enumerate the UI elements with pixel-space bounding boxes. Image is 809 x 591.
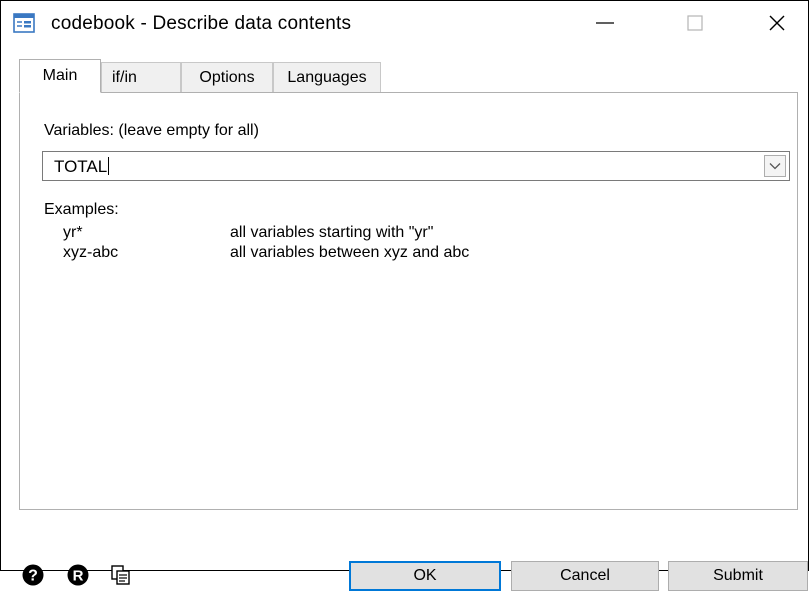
reset-icon[interactable]: R — [67, 564, 89, 586]
close-button[interactable] — [751, 7, 803, 43]
maximize-button[interactable] — [669, 7, 721, 43]
examples-label: Examples: — [44, 201, 119, 218]
example-term: yr* — [63, 224, 83, 241]
minimize-icon — [595, 13, 615, 38]
help-icon[interactable]: ? — [22, 564, 44, 586]
close-icon — [767, 13, 787, 38]
svg-text:?: ? — [28, 568, 38, 585]
dialog-app-icon — [13, 13, 35, 33]
example-description: all variables between xyz and abc — [230, 244, 470, 261]
tab-if-in[interactable]: if/in — [101, 62, 181, 92]
tab-options[interactable]: Options — [181, 62, 273, 92]
example-term: xyz-abc — [63, 244, 119, 261]
variables-label: Variables: (leave empty for all) — [44, 122, 259, 139]
variables-combobox[interactable]: TOTAL — [42, 151, 790, 181]
cancel-button[interactable]: Cancel — [511, 561, 659, 591]
copy-command-icon[interactable] — [110, 564, 132, 586]
tab-languages[interactable]: Languages — [273, 62, 381, 92]
variables-input-value[interactable]: TOTAL — [54, 157, 110, 177]
tab-main[interactable]: Main — [19, 59, 101, 93]
chevron-down-icon — [769, 157, 781, 175]
variables-dropdown-button[interactable] — [764, 155, 786, 177]
minimize-button[interactable] — [579, 7, 631, 43]
window-title: codebook - Describe data contents — [51, 13, 352, 34]
maximize-icon — [685, 13, 705, 38]
example-description: all variables starting with "yr" — [230, 224, 434, 241]
submit-button[interactable]: Submit — [668, 561, 808, 591]
ok-button[interactable]: OK — [349, 561, 501, 591]
tab-strip: Main if/in Options Languages — [13, 59, 793, 93]
title-bar: codebook - Describe data contents — [1, 1, 808, 49]
text-caret — [108, 157, 110, 175]
dialog-window: codebook - Describe data contents Main i… — [0, 0, 809, 571]
svg-text:R: R — [73, 568, 84, 585]
